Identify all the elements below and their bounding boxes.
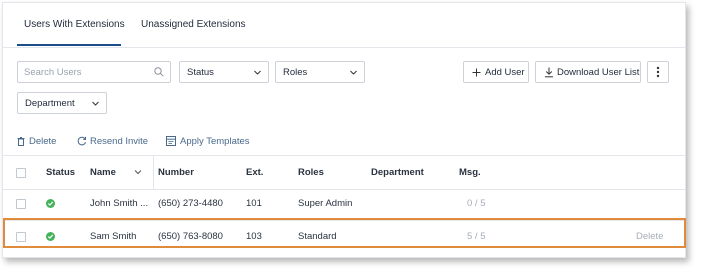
user-number: (650) 273-4480 — [158, 198, 223, 209]
column-roles[interactable]: Roles — [298, 167, 324, 178]
user-number: (650) 763-8080 — [158, 231, 223, 242]
chevron-down-icon — [350, 70, 357, 75]
column-ext[interactable]: Ext. — [246, 167, 263, 178]
add-user-button[interactable]: Add User — [463, 61, 529, 83]
status-active-icon — [46, 199, 55, 208]
column-name[interactable]: Name — [90, 167, 116, 178]
table-row[interactable]: Sam Smith (650) 763-8080 103 Standard 5 … — [3, 221, 685, 253]
apply-templates-label: Apply Templates — [180, 136, 250, 147]
download-icon — [545, 67, 553, 78]
tab-unassigned-extensions[interactable]: Unassigned Extensions — [141, 19, 246, 30]
search-icon — [154, 67, 164, 77]
chevron-down-icon[interactable] — [134, 169, 142, 176]
chevron-down-icon — [92, 101, 99, 106]
active-tab-indicator — [17, 44, 121, 46]
table-header: Status Name Number Ext. Roles Department… — [3, 155, 685, 190]
download-user-list-button[interactable]: Download User List — [535, 61, 641, 83]
download-user-list-label: Download User List — [557, 67, 640, 78]
search-box[interactable] — [17, 61, 171, 83]
department-dropdown-label: Department — [25, 98, 75, 109]
template-icon — [166, 136, 176, 146]
user-role: Super Admin — [298, 198, 353, 209]
tab-bar: Users With Extensions Unassigned Extensi… — [3, 3, 685, 48]
row-checkbox[interactable] — [16, 232, 26, 242]
department-dropdown[interactable]: Department — [17, 92, 107, 114]
delete-action-label: Delete — [29, 136, 57, 147]
trash-icon — [17, 137, 25, 146]
status-active-icon — [46, 232, 55, 241]
status-dropdown[interactable]: Status — [179, 61, 269, 83]
resend-invite-label: Resend Invite — [90, 136, 149, 147]
vertical-dots-icon — [656, 66, 660, 78]
search-input[interactable] — [18, 62, 146, 82]
row-delete-link[interactable]: Delete — [636, 231, 663, 242]
user-ext: 103 — [246, 231, 262, 242]
column-status[interactable]: Status — [46, 167, 75, 178]
column-divider — [153, 156, 154, 189]
add-user-label: Add User — [485, 67, 525, 78]
column-number[interactable]: Number — [158, 167, 194, 178]
user-name[interactable]: Sam Smith — [90, 231, 136, 242]
user-role: Standard — [298, 231, 337, 242]
tab-users-with-extensions[interactable]: Users With Extensions — [24, 19, 125, 30]
more-options-button[interactable] — [647, 61, 669, 83]
users-panel: Users With Extensions Unassigned Extensi… — [2, 2, 686, 258]
chevron-down-icon — [254, 70, 261, 75]
plus-icon — [472, 68, 481, 77]
select-all-checkbox[interactable] — [16, 168, 26, 178]
user-ext: 101 — [246, 198, 262, 209]
refresh-icon — [77, 136, 87, 146]
roles-dropdown-label: Roles — [283, 67, 308, 78]
column-department[interactable]: Department — [371, 167, 424, 178]
status-dropdown-label: Status — [187, 67, 214, 78]
roles-dropdown[interactable]: Roles — [275, 61, 365, 83]
user-msg: 0 / 5 — [467, 198, 486, 209]
user-msg: 5 / 5 — [467, 231, 486, 242]
row-checkbox[interactable] — [16, 199, 26, 209]
user-name[interactable]: John Smith ... — [90, 198, 148, 209]
table-row[interactable]: John Smith ... (650) 273-4480 101 Super … — [3, 188, 685, 221]
column-msg[interactable]: Msg. — [459, 167, 481, 178]
